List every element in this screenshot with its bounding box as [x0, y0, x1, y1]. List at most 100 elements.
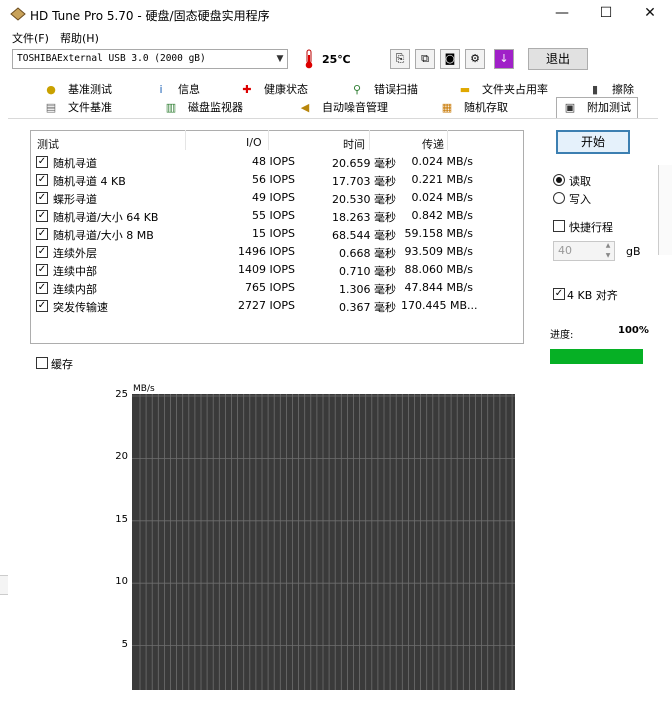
row-checkbox[interactable]: ✓	[36, 210, 48, 222]
row-checkbox[interactable]: ✓	[36, 192, 48, 204]
tab-error-scan[interactable]: ⚲ 错误扫描	[350, 81, 418, 99]
exit-button[interactable]: 退出	[528, 48, 588, 70]
cell-rate: 0.842 MB/s	[411, 209, 473, 222]
cell-io: 1409 IOPS	[237, 263, 295, 276]
save-down-icon[interactable]: ↓	[494, 49, 514, 69]
row-checkbox[interactable]: ✓	[36, 282, 48, 294]
camera-icon[interactable]: ◙	[440, 49, 460, 69]
tab-benchmark[interactable]: ● 基准测试	[44, 81, 112, 99]
monitor-icon: ▥	[165, 101, 177, 114]
tab-extra-tests[interactable]: ▣ 附加测试	[556, 97, 638, 119]
cell-rate: 88.060 MB/s	[404, 263, 473, 276]
options-icon[interactable]: ⚙	[465, 49, 485, 69]
spin-up-icon[interactable]: ▲	[601, 241, 615, 251]
cell-io: 49 IOPS	[251, 191, 295, 204]
row-checkbox[interactable]: ✓	[36, 264, 48, 276]
write-label: 写入	[569, 193, 591, 206]
cell-io: 15 IOPS	[251, 227, 295, 240]
header-io[interactable]: I/O	[246, 136, 262, 149]
progress-percent: 100%	[618, 325, 649, 336]
cell-name: 连续内部	[53, 283, 97, 296]
cell-name: 连续外层	[53, 247, 97, 260]
write-radio[interactable]	[553, 192, 565, 204]
row-checkbox[interactable]: ✓	[36, 156, 48, 168]
short-stroke-checkbox[interactable]	[553, 220, 565, 232]
header-time[interactable]: 时间	[343, 136, 365, 152]
scan-icon: ⚲	[352, 83, 362, 96]
y-axis-unit: MB/s	[133, 384, 155, 394]
header-rate[interactable]: 传递	[422, 136, 444, 152]
minimize-button[interactable]: —	[540, 0, 584, 28]
thermometer-icon	[302, 49, 316, 69]
table-row[interactable]: ✓ 随机寻道 4 KB 56 IOPS 17.703 毫秒 0.221 MB/s	[31, 171, 523, 189]
y-tick-label: 5	[121, 638, 128, 650]
copy-info-icon[interactable]: ⎘	[390, 49, 410, 69]
window-title: HD Tune Pro 5.70 - 硬盘/固态硬盘实用程序	[30, 9, 270, 23]
cell-name: 突发传输速	[53, 301, 108, 314]
cell-rate: 170.445 MB...	[401, 299, 478, 312]
cell-time: 0.710 毫秒	[339, 265, 396, 278]
info-icon: i	[159, 83, 163, 96]
y-tick-label: 10	[115, 576, 128, 588]
random-icon: ▦	[441, 101, 453, 114]
row-checkbox[interactable]: ✓	[36, 228, 48, 240]
tab-random-access[interactable]: ▦ 随机存取	[440, 99, 508, 117]
tab-health[interactable]: ✚ 健康状态	[240, 81, 308, 99]
header-test[interactable]: 测试	[37, 136, 59, 152]
table-row[interactable]: ✓ 突发传输速 2727 IOPS 0.367 毫秒 170.445 MB...	[31, 297, 523, 315]
table-row[interactable]: ✓ 随机寻道 48 IOPS 20.659 毫秒 0.024 MB/s	[31, 153, 523, 171]
chart-area	[132, 394, 515, 690]
close-button[interactable]: ✕	[628, 0, 672, 28]
tab-folder-usage[interactable]: ▬ 文件夹占用率	[458, 81, 548, 99]
row-checkbox[interactable]: ✓	[36, 300, 48, 312]
chevron-down-icon[interactable]: ▼	[272, 49, 288, 69]
table-row[interactable]: ✓ 随机寻道/大小 8 MB 15 IOPS 68.544 毫秒 59.158 MB/s	[31, 225, 523, 243]
read-label: 读取	[569, 175, 591, 188]
row-checkbox[interactable]: ✓	[36, 246, 48, 258]
row-checkbox[interactable]: ✓	[36, 174, 48, 186]
tab-disk-monitor[interactable]: ▥ 磁盘监视器	[164, 99, 243, 117]
maximize-button[interactable]: ☐	[584, 0, 628, 28]
align-4kb-label: 4 KB 对齐	[567, 289, 618, 302]
copy-all-icon[interactable]: ⧉	[415, 49, 435, 69]
cell-rate: 47.844 MB/s	[404, 281, 473, 294]
temperature-readout: 25℃	[322, 53, 351, 66]
cache-checkbox[interactable]	[36, 357, 48, 369]
tab-file-benchmark[interactable]: ▤ 文件基准	[44, 99, 112, 117]
benchmark-icon: ●	[46, 83, 56, 96]
file-icon: ▤	[45, 101, 57, 114]
y-tick-label: 25	[115, 389, 128, 400]
cell-time: 0.668 毫秒	[339, 247, 396, 260]
cell-name: 随机寻道/大小 8 MB	[53, 229, 154, 242]
table-row[interactable]: ✓ 连续内部 765 IOPS 1.306 毫秒 47.844 MB/s	[31, 279, 523, 297]
drive-select[interactable]: TOSHIBAExternal USB 3.0 (2000 gB)	[12, 49, 288, 69]
spin-down-icon[interactable]: ▼	[601, 251, 615, 261]
health-icon: ✚	[242, 83, 252, 96]
tab-noise-management[interactable]: ◀ 自动噪音管理	[298, 99, 388, 117]
cell-io: 56 IOPS	[251, 173, 295, 186]
tab-info[interactable]: i 信息	[154, 81, 200, 99]
cell-time: 17.703 毫秒	[332, 175, 396, 188]
cell-rate: 93.509 MB/s	[404, 245, 473, 258]
read-radio[interactable]	[553, 174, 565, 186]
start-button[interactable]: 开始	[556, 130, 630, 154]
column-divider	[185, 130, 186, 150]
cell-rate: 0.024 MB/s	[411, 191, 473, 204]
folder-icon: ▬	[459, 83, 471, 96]
cell-io: 55 IOPS	[251, 209, 295, 222]
cache-label: 缓存	[51, 358, 73, 371]
cell-time: 68.544 毫秒	[332, 229, 396, 242]
cell-io: 48 IOPS	[251, 155, 295, 168]
table-row[interactable]: ✓ 蝶形寻道 49 IOPS 20.530 毫秒 0.024 MB/s	[31, 189, 523, 207]
menu-help[interactable]: 帮助(H)	[60, 30, 99, 46]
cell-name: 蝶形寻道	[53, 193, 97, 206]
align-4kb-checkbox[interactable]: ✓	[553, 288, 565, 300]
table-row[interactable]: ✓ 随机寻道/大小 64 KB 55 IOPS 18.263 毫秒 0.842 MB/s	[31, 207, 523, 225]
cell-name: 随机寻道 4 KB	[53, 175, 126, 188]
speaker-icon: ◀	[300, 101, 310, 114]
y-tick-label: 20	[115, 451, 128, 463]
hdtune-app-icon	[10, 7, 26, 21]
menu-file[interactable]: 文件(F)	[12, 30, 49, 46]
table-row[interactable]: ✓ 连续外层 1496 IOPS 0.668 毫秒 93.509 MB/s	[31, 243, 523, 261]
table-row[interactable]: ✓ 连续中部 1409 IOPS 0.710 毫秒 88.060 MB/s	[31, 261, 523, 279]
